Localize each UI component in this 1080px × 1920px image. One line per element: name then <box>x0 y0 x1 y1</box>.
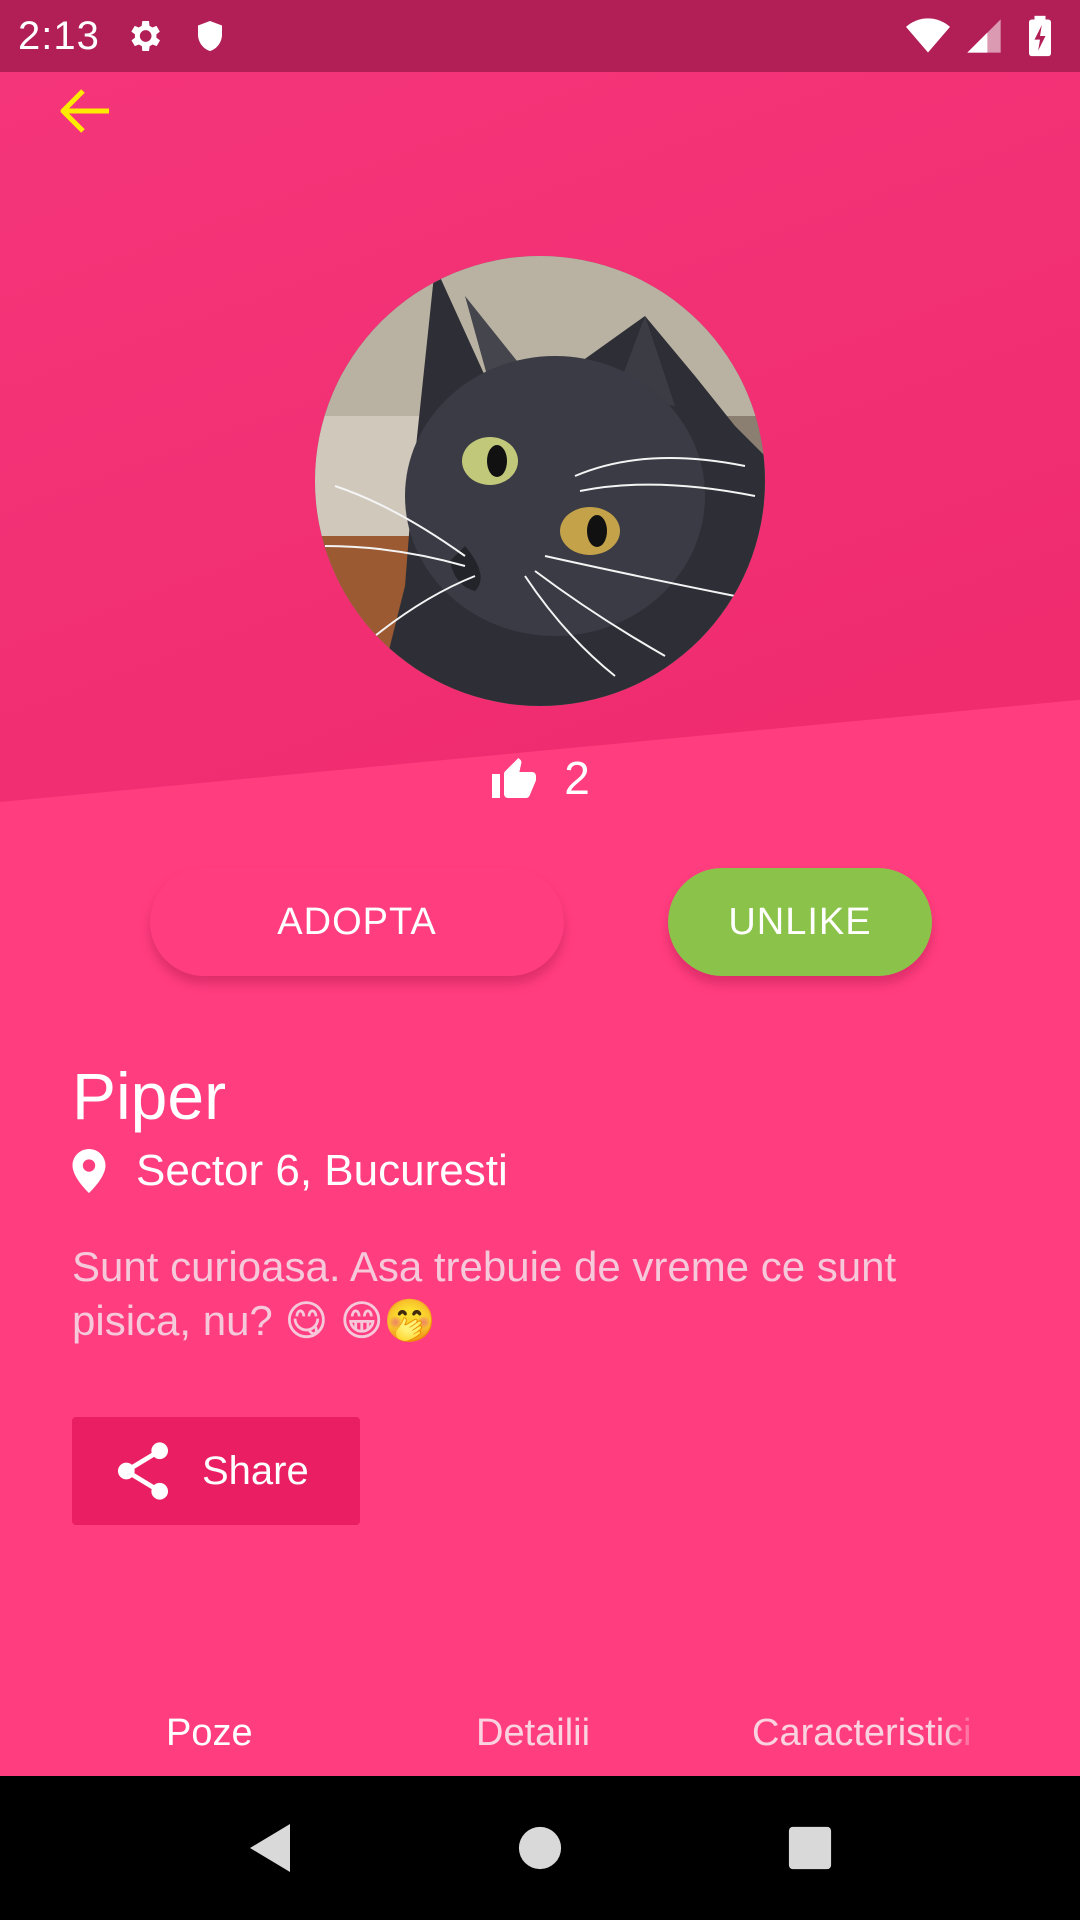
back-button[interactable] <box>50 80 120 142</box>
battery-charging-icon <box>1018 14 1062 58</box>
arrow-left-icon <box>60 89 109 133</box>
likes-row: 2 <box>0 748 1080 808</box>
wifi-icon <box>906 14 950 58</box>
shield-icon <box>188 14 232 58</box>
nav-home-icon[interactable] <box>512 1820 568 1876</box>
tab-poze[interactable]: Poze <box>166 1712 253 1755</box>
gear-icon <box>122 14 166 58</box>
pet-description: Sunt curioasa. Asa trebuie de vreme ce s… <box>72 1243 897 1344</box>
share-label: Share <box>202 1448 309 1493</box>
tab-caracteristici[interactable]: Caracteristici <box>752 1712 980 1755</box>
share-button[interactable]: Share <box>72 1417 360 1525</box>
nav-back-icon[interactable] <box>242 1820 298 1876</box>
status-time: 2:13 <box>18 13 100 58</box>
location-row: Sector 6, Bucuresti <box>72 1146 508 1196</box>
cat-photo-icon <box>315 256 765 706</box>
pet-photo[interactable] <box>315 256 765 706</box>
status-bar: 2:13 <box>0 0 1080 72</box>
adopt-button[interactable]: ADOPTA <box>150 868 564 976</box>
unlike-button[interactable]: UNLIKE <box>668 868 932 976</box>
location-pin-icon <box>72 1149 106 1193</box>
pet-name: Piper <box>72 1059 227 1133</box>
likes-count: 2 <box>564 752 590 804</box>
tab-detalii[interactable]: Detailii <box>476 1712 590 1755</box>
signal-icon <box>962 14 1006 58</box>
tab-bar: Poze Detailii Caracteristici <box>0 1690 1080 1776</box>
share-icon <box>117 1442 169 1500</box>
thumbs-up-icon[interactable] <box>490 756 538 800</box>
nav-recents-icon[interactable] <box>782 1820 838 1876</box>
system-nav-bar <box>0 1776 1080 1920</box>
location-text: Sector 6, Bucuresti <box>136 1146 508 1195</box>
